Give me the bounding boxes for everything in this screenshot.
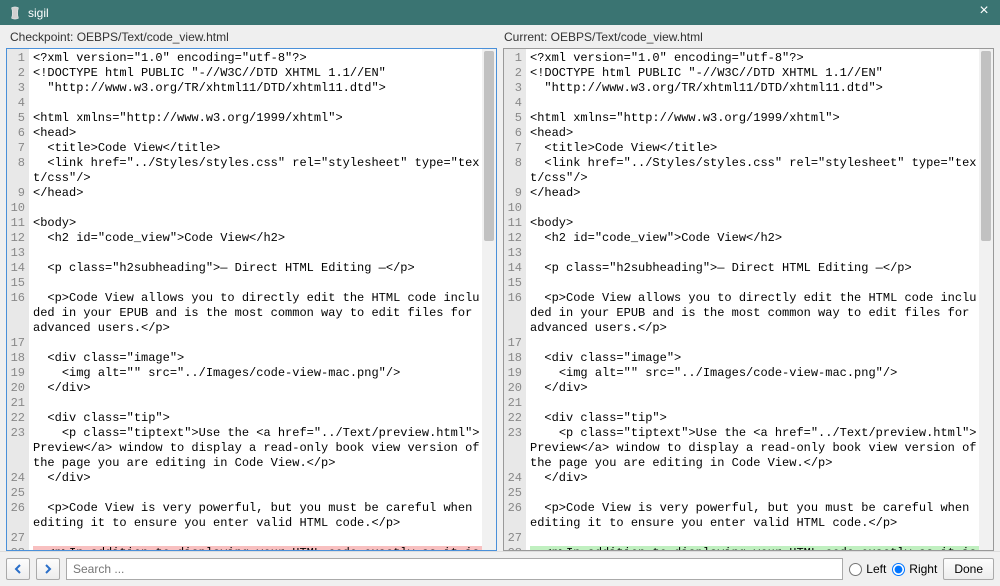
left-code[interactable]: <?xml version="1.0" encoding="utf-8"?><!… [29,49,482,550]
search-input[interactable] [66,558,843,580]
right-scrollbar[interactable] [979,49,993,550]
bottom-bar: Left Right Done [0,551,1000,586]
close-icon[interactable]: × [974,2,994,20]
left-scrollbar[interactable] [482,49,496,550]
radio-right[interactable]: Right [892,562,937,576]
next-diff-button[interactable] [36,558,60,580]
left-gutter: 1234567891011121314151617181920212223242… [7,49,29,550]
done-button[interactable]: Done [943,558,994,580]
app-icon [8,6,22,20]
right-gutter: 1234567891011121314151617181920212223242… [504,49,526,550]
left-pane[interactable]: 1234567891011121314151617181920212223242… [6,48,497,551]
right-panel-label: Current: OEBPS/Text/code_view.html [500,28,994,46]
prev-diff-button[interactable] [6,558,30,580]
app-title: sigil [28,6,49,20]
left-panel-label: Checkpoint: OEBPS/Text/code_view.html [6,28,500,46]
right-pane[interactable]: 1234567891011121314151617181920212223242… [503,48,994,551]
right-code[interactable]: <?xml version="1.0" encoding="utf-8"?><!… [526,49,979,550]
titlebar: sigil × [0,0,1000,25]
panel-headers: Checkpoint: OEBPS/Text/code_view.html Cu… [0,25,1000,48]
radio-left[interactable]: Left [849,562,886,576]
